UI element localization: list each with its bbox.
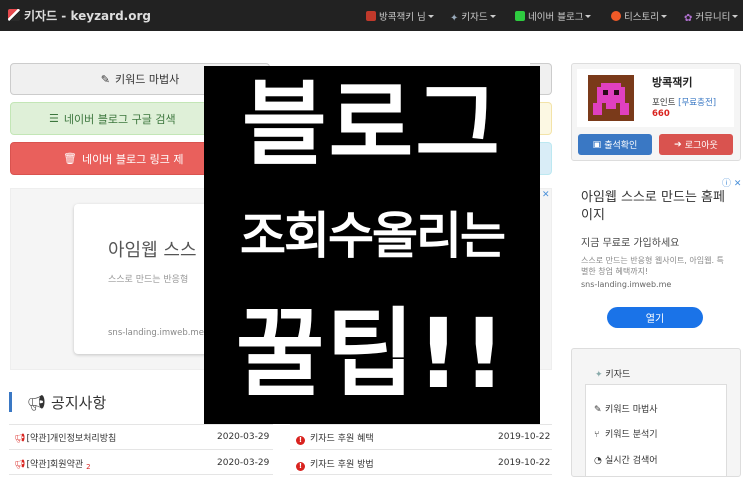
sidebar-item-keyword-analyzer[interactable]: ⑂ 키워드 분석기 [594,427,658,440]
alert-icon: ! [296,462,305,471]
free-charge-link[interactable]: [무료충전] [678,98,716,108]
naver-blog-search-label: 네이버 블로그 구글 검색 [63,112,176,126]
database-icon: ☰ [49,112,59,125]
ad-right-description: 스스로 만드는 반응형 웹사이트, 아임웹. 특별한 창업 혜택까지! [581,256,724,276]
naver-blog-link-label: 네이버 블로그 링크 제 [81,152,184,166]
points-label: 포인트 [652,98,676,108]
chevron-down-icon [732,15,739,18]
user-avatar-icon [366,11,376,21]
ad-info-icon[interactable]: ✕ [542,190,550,200]
new-badge: 2 [86,463,91,471]
naver-blog-google-search-button[interactable]: ☰ 네이버 블로그 구글 검색 [10,102,210,135]
divider [290,474,552,475]
divider [290,449,552,450]
sidebar-item-label: 키워드 분석기 [605,430,658,440]
notice-item-date: 2020-03-29 [217,458,270,468]
nav-keyzard-label: 키자드 [461,12,488,23]
points-value: 660 [652,109,670,119]
megaphone-icon: 📢︎ [27,394,47,412]
megaphone-icon: 📢︎ [14,460,26,470]
logout-icon: ➔ [674,139,682,150]
magic-wand-icon: ✎ [594,405,602,415]
magic-wand-icon: ✎ [100,72,110,86]
notice-item-label: 키자드 후원 혜택 [310,434,374,444]
tistory-icon [611,11,621,21]
nav-tistory-menu[interactable]: 티스토리 [611,9,667,23]
ad-right-url[interactable]: sns-landing.imweb.me [581,280,671,289]
notice-list-item[interactable]: 📢︎[약관]회원약관 2 [14,457,91,471]
ad-open-button[interactable]: 열기 [607,307,703,328]
points-row: 포인트 [무료충전] [652,96,716,108]
notice-item-date: 2020-03-29 [217,432,270,442]
overlay-line-3: 꿀팁!! [235,298,509,410]
sidebar-item-label: 실시간 검색어 [605,456,658,466]
nav-community-label: 커뮤니티 [695,12,731,23]
notice-list-item[interactable]: 📢︎[약관]개인정보처리방침 [14,431,116,444]
notice-heading: 📢︎ 공지사항 [27,392,106,413]
nav-keyzard-menu[interactable]: ✦ 키자드 [450,9,496,24]
brand-logo-icon [8,9,20,21]
megaphone-icon: 📢︎ [14,434,26,444]
naver-blog-link-button[interactable]: 🗑︎ 네이버 블로그 링크 제 [10,142,210,175]
clock-icon: ◔ [594,456,602,466]
naver-blog-icon [515,11,525,21]
notice-list-item[interactable]: ! 키자드 후원 방법 [296,457,374,471]
sidebar-item-label: 키워드 마법사 [605,405,658,415]
logout-label: 로그아웃 [684,141,718,151]
overlay-line-2: 조회수올리는 [240,207,506,265]
ad-right-subtitle: 지금 무료로 가입하세요 [581,238,680,249]
overlay-line-1: 블로그 [242,71,502,178]
notice-title-text: 공지사항 [51,394,107,412]
nav-user-menu[interactable]: 방콕잭키 님 [366,9,434,23]
sidebar-menu-title: 키자드 [605,370,631,380]
brand-text: 키자드 - keyzard.org [24,9,151,23]
notice-item-label: [약관]개인정보처리방침 [26,434,117,444]
brand-link[interactable]: 키자드 - keyzard.org [8,7,151,24]
alert-icon: ! [296,436,305,445]
divider [9,474,273,475]
overlay-banner: 블로그 조회수올리는 꿀팁!! [204,66,540,424]
sidebar-menu-header: ✦ 키자드 [585,361,727,385]
checkin-label: 출석확인 [604,141,638,151]
sidebar-item-keyword-magic[interactable]: ✎ 키워드 마법사 [594,402,658,415]
nav-community-menu[interactable]: ✿ 커뮤니티 [684,9,739,24]
nav-tistory-label: 티스토리 [624,12,659,23]
branch-icon: ⑂ [594,430,600,440]
divider [290,424,552,425]
ad-card-url[interactable]: sns-landing.imweb.me [108,328,204,338]
checkin-button[interactable]: ▣ 출석확인 [578,134,652,155]
nav-user-label: 방콕잭키 님 [379,12,426,23]
magic-wand-icon: ✦ [450,13,459,24]
chevron-down-icon [585,15,592,18]
logout-button[interactable]: ➔ 로그아웃 [659,134,733,155]
avatar [588,75,634,121]
notice-list-item[interactable]: ! 키자드 후원 혜택 [296,431,374,445]
ad-info-icon[interactable]: ⓘ ✕ [722,176,741,189]
divider [9,449,273,450]
notice-accent-bar [9,392,12,412]
keyword-magic-label: 키워드 마법사 [115,73,180,86]
ad-right-title[interactable]: 아임웹 스스로 만드는 홈페이지 [581,189,731,225]
notice-item-date: 2019-10-22 [498,458,551,468]
notice-item-date: 2019-10-22 [498,432,551,442]
username: 방콕잭키 [652,76,693,89]
divider [9,424,273,425]
nav-naver-blog-menu[interactable]: 네이버 블로그 [515,9,592,23]
chevron-down-icon [489,15,496,18]
chevron-down-icon [427,15,434,18]
pixel-avatar-icon [588,75,634,121]
ad-card-title[interactable]: 아임웹 스스 [108,236,197,262]
calendar-check-icon: ▣ [592,139,602,150]
ad-card-subtitle: 스스로 만드는 반응형 [108,275,189,285]
nav-naver-blog-label: 네이버 블로그 [528,12,584,23]
magic-wand-icon: ✦ [595,370,603,380]
notice-item-label: [약관]회원약관 [26,460,84,470]
chevron-down-icon [660,15,667,18]
trash-icon: 🗑︎ [63,152,77,165]
community-icon: ✿ [684,13,693,24]
top-navbar: 키자드 - keyzard.org 방콕잭키 님 ✦ 키자드 네이버 블로그 티스… [0,0,743,31]
sidebar-item-realtime-search[interactable]: ◔ 실시간 검색어 [594,453,658,466]
notice-item-label: 키자드 후원 방법 [310,460,374,470]
